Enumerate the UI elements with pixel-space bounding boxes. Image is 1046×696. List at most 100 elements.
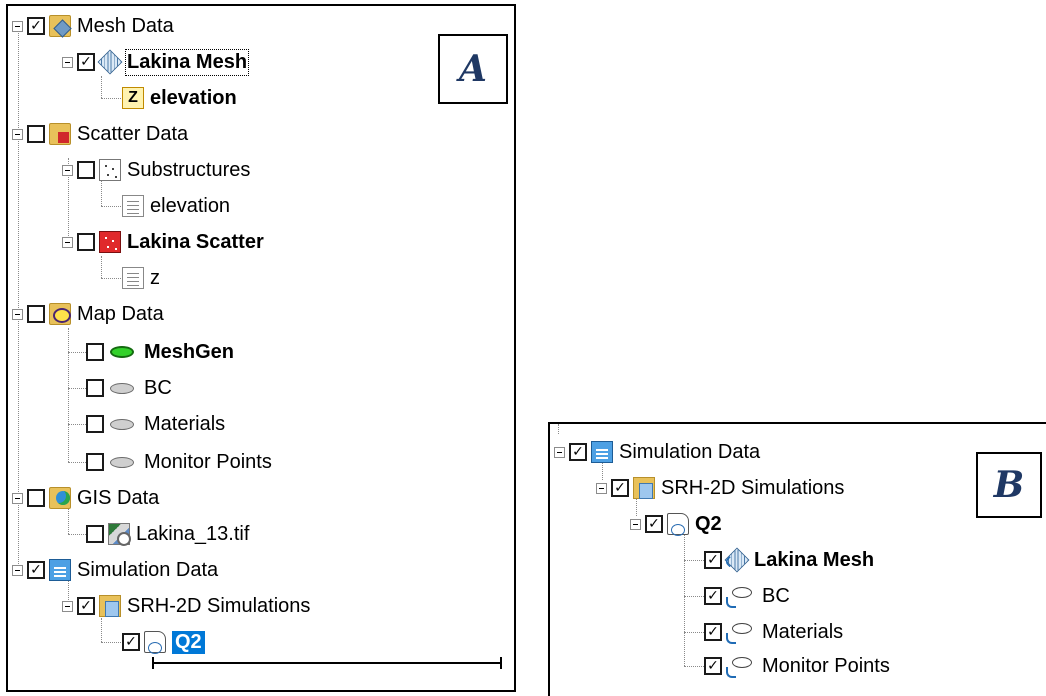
tree-node-label: SRH-2D Simulations: [661, 476, 845, 499]
visibility-checkbox[interactable]: ✓: [645, 515, 663, 533]
tree-node-label: Lakina Mesh: [754, 548, 875, 571]
collapse-toggle[interactable]: [12, 564, 23, 576]
tree-node-label: Lakina Mesh: [124, 48, 250, 76]
tree-node-srh-simulations[interactable]: ✓ SRH-2D Simulations: [62, 590, 310, 622]
visibility-checkbox[interactable]: [27, 125, 45, 143]
linked-item-icon: [726, 585, 756, 608]
collapse-toggle[interactable]: [62, 56, 73, 68]
tree-connector: [68, 424, 88, 425]
visibility-checkbox[interactable]: [86, 525, 104, 543]
simulation-folder-icon: [633, 477, 655, 499]
tree-node-bc[interactable]: BC: [86, 372, 172, 404]
tree-connector: [68, 534, 88, 535]
project-explorer-tree-a: A ✓ Mesh Data ✓ Lakina Mesh Z elevation …: [6, 4, 516, 692]
tree-node-label: Simulation Data: [77, 558, 219, 581]
simulation-folder-icon: [99, 595, 121, 617]
tree-node-linked-bc[interactable]: ✓ BC: [704, 580, 790, 612]
tree-node-substructures-elevation[interactable]: elevation: [122, 190, 230, 222]
collapse-toggle[interactable]: [596, 482, 607, 494]
tree-node-linked-materials[interactable]: ✓ Materials: [704, 616, 843, 648]
tree-node-label: elevation: [150, 194, 231, 217]
visibility-checkbox[interactable]: ✓: [122, 633, 140, 651]
collapse-toggle[interactable]: [62, 164, 73, 176]
tree-node-label: GIS Data: [77, 486, 160, 509]
tree-node-label: Lakina Scatter: [127, 230, 264, 253]
scatter-icon: [99, 159, 121, 181]
gis-folder-icon: [49, 487, 71, 509]
tree-node-lakina-scatter[interactable]: Lakina Scatter: [62, 226, 264, 258]
collapse-toggle[interactable]: [62, 600, 73, 612]
tree-node-meshgen[interactable]: MeshGen: [86, 336, 234, 368]
visibility-checkbox[interactable]: [86, 415, 104, 433]
tree-node-simulation-data[interactable]: ✓ Simulation Data: [12, 554, 218, 586]
tree-node-scatter-data[interactable]: Scatter Data: [12, 118, 188, 150]
tree-node-scatter-z[interactable]: z: [122, 262, 160, 294]
collapse-toggle[interactable]: [62, 236, 73, 248]
tree-node-linked-monitor-points[interactable]: ✓ Monitor Points: [704, 650, 890, 682]
collapse-toggle[interactable]: [12, 20, 23, 32]
visibility-checkbox[interactable]: ✓: [569, 443, 587, 461]
tree-node-substructures[interactable]: Substructures: [62, 154, 250, 186]
tree-node-label[interactable]: Q2: [172, 630, 205, 654]
visibility-checkbox[interactable]: [77, 161, 95, 179]
tree-node-q2[interactable]: ✓ Q2: [122, 626, 205, 658]
tree-connector: [101, 642, 121, 643]
tree-connector: [68, 462, 88, 463]
coverage-icon: [108, 413, 138, 435]
z-dataset-icon: Z: [122, 87, 144, 109]
linked-item-icon: [726, 655, 756, 678]
project-explorer-tree-b: B ✓ Simulation Data ✓ SRH-2D Simulations…: [548, 422, 1046, 696]
visibility-checkbox[interactable]: [77, 233, 95, 251]
tree-node-label: BC: [762, 584, 790, 607]
collapse-toggle[interactable]: [630, 518, 641, 530]
tree-node-simulation-data[interactable]: ✓ Simulation Data: [554, 436, 760, 468]
visibility-checkbox[interactable]: ✓: [704, 587, 722, 605]
tree-connector: [684, 632, 704, 633]
tree-node-linked-lakina-mesh[interactable]: ✓ Lakina Mesh: [704, 544, 874, 576]
coverage-icon: [108, 451, 138, 473]
tree-node-label: BC: [144, 376, 172, 399]
tree-node-label: MeshGen: [144, 340, 235, 363]
tree-connector: [68, 388, 88, 389]
tree-node-monitor-points[interactable]: Monitor Points: [86, 446, 272, 478]
visibility-checkbox[interactable]: ✓: [77, 53, 95, 71]
collapse-toggle[interactable]: [12, 492, 23, 504]
tree-node-mesh-elevation[interactable]: Z elevation: [122, 82, 237, 114]
dataset-list-icon: [122, 195, 144, 217]
tree-node-label: z: [150, 266, 160, 289]
collapse-toggle[interactable]: [554, 446, 565, 458]
tree-node-q2[interactable]: ✓ Q2: [630, 508, 722, 540]
tree-node-mesh-data[interactable]: ✓ Mesh Data: [12, 10, 174, 42]
tree-node-gis-data[interactable]: GIS Data: [12, 482, 159, 514]
rename-edit-field[interactable]: [152, 657, 502, 669]
tree-node-label: Monitor Points: [762, 654, 890, 677]
tree-node-label: Materials: [762, 620, 844, 643]
tree-node-srh-simulations[interactable]: ✓ SRH-2D Simulations: [596, 472, 844, 504]
visibility-checkbox[interactable]: ✓: [27, 17, 45, 35]
collapse-toggle[interactable]: [12, 308, 23, 320]
visibility-checkbox[interactable]: ✓: [27, 561, 45, 579]
visibility-checkbox[interactable]: [27, 305, 45, 323]
dataset-list-icon: [122, 267, 144, 289]
tree-connector: [101, 76, 102, 98]
visibility-checkbox[interactable]: [86, 343, 104, 361]
visibility-checkbox[interactable]: ✓: [704, 551, 722, 569]
tree-node-lakina-mesh[interactable]: ✓ Lakina Mesh: [62, 46, 250, 78]
visibility-checkbox[interactable]: ✓: [704, 657, 722, 675]
visibility-checkbox[interactable]: ✓: [611, 479, 629, 497]
collapse-toggle[interactable]: [12, 128, 23, 140]
tree-node-label: Substructures: [127, 158, 251, 181]
mesh-icon: [97, 49, 123, 75]
visibility-checkbox[interactable]: ✓: [77, 597, 95, 615]
visibility-checkbox[interactable]: [27, 489, 45, 507]
visibility-checkbox[interactable]: ✓: [704, 623, 722, 641]
tree-node-lakina-tif[interactable]: Lakina_13.tif: [86, 518, 249, 550]
visibility-checkbox[interactable]: [86, 379, 104, 397]
tree-connector: [101, 206, 121, 207]
tree-node-label: Q2: [695, 512, 722, 535]
visibility-checkbox[interactable]: [86, 453, 104, 471]
tree-connector: [684, 596, 704, 597]
tree-node-materials[interactable]: Materials: [86, 408, 225, 440]
tree-node-map-data[interactable]: Map Data: [12, 298, 164, 330]
tree-connector: [101, 256, 102, 278]
